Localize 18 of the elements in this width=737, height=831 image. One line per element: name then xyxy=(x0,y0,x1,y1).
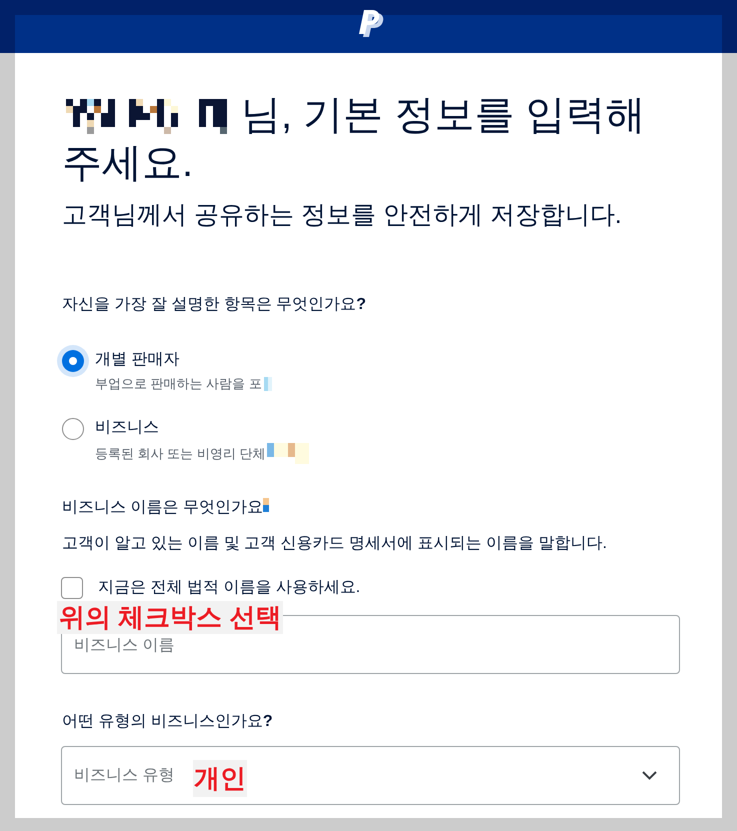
radio-button[interactable] xyxy=(62,418,84,440)
logo-icon xyxy=(358,10,384,37)
question-label: 비즈니스 이름은 무엇인가요 xyxy=(62,498,263,518)
checkbox[interactable] xyxy=(61,577,83,599)
question-label: 어떤 유형의 비즈니스인가요? xyxy=(62,712,274,732)
radio-button[interactable] xyxy=(57,345,89,377)
page-subtitle: 고객님께서 공유하는 정보를 안전하게 저장합니다. xyxy=(62,200,623,231)
option-label: 비즈니스 xyxy=(95,418,160,438)
annotation-label: 개인 xyxy=(193,760,247,797)
chevron-down-icon xyxy=(642,771,657,780)
option-label: 개별 판매자 xyxy=(95,350,180,370)
question-label: 자신을 가장 잘 설명한 항목은 무엇인가요? xyxy=(62,295,368,315)
page-heading: 님, 기본 정보를 입력해 주세요. xyxy=(62,93,646,185)
annotation-label: 위의 체크박스 선택 xyxy=(57,601,284,634)
hint-text: 고객이 알고 있는 이름 및 고객 신용카드 명세서에 표시되는 이름을 말합니다. xyxy=(62,534,608,554)
option-description: 등록된 회사 또는 비영리 단체 xyxy=(95,444,266,462)
option-description: 부업으로 판매하는 사람을 포 xyxy=(95,375,262,393)
checkbox-label: 지금은 전체 법적 이름을 사용하세요. xyxy=(98,578,360,598)
